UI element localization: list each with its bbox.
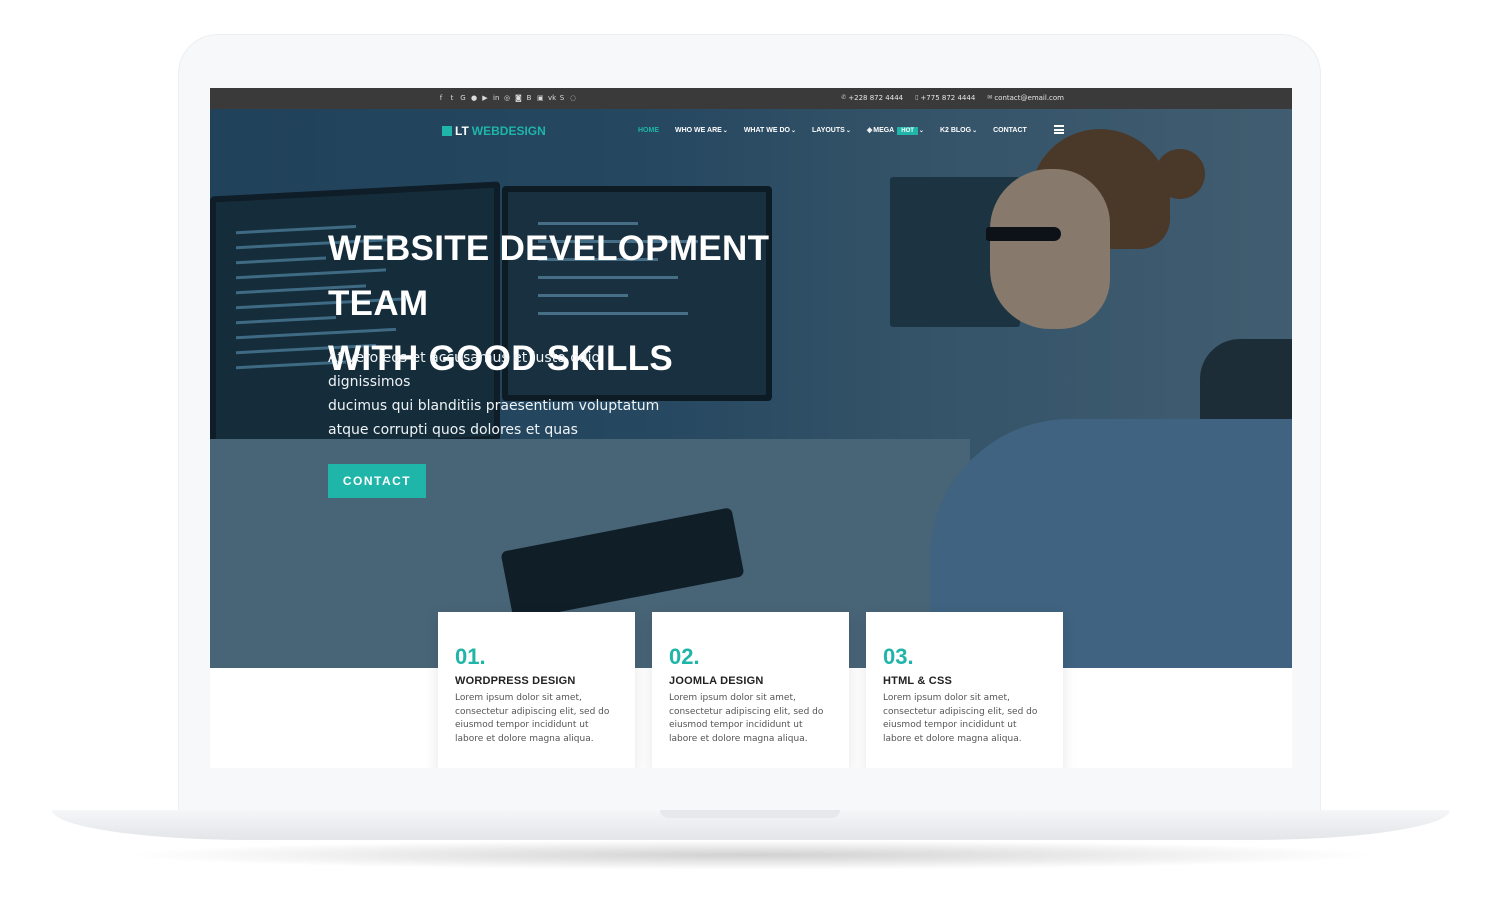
menu-item-mega[interactable]: ◈MEGA HOT ⌄ (867, 126, 924, 135)
menu-item-what-we-do[interactable]: WHAT WE DO⌄ (744, 127, 796, 134)
behance-icon[interactable]: B (526, 94, 532, 102)
hero-text-line: At vero eos et accusamus et iusto odio d… (328, 350, 601, 390)
card-number: 03. (883, 644, 914, 669)
contact-info: ✆ +228 872 4444 ▯ +775 872 4444 ✉ contact@e… (841, 94, 1064, 102)
card-title[interactable]: WORDPRESS DESIGN (455, 675, 618, 687)
card-title[interactable]: HTML & CSS (883, 675, 1046, 687)
main-menu: HOME WHO WE ARE⌄ WHAT WE DO⌄ LAYOUTS⌄ ◈M… (638, 126, 1043, 135)
chevron-down-icon: ⌄ (722, 128, 728, 134)
card-number: 02. (669, 644, 700, 669)
menu-label: WHO WE ARE (675, 127, 722, 134)
service-card: 02. JOOMLA DESIGN Lorem ipsum dolor sit … (652, 612, 849, 768)
phone-1-text: +228 872 4444 (848, 94, 904, 102)
top-bar: f t G ● ▶ in ◎ ◙ B ▣ vk S ◌ ✆ +228 872 44… (210, 88, 1292, 109)
flickr-icon[interactable]: ▣ (537, 94, 544, 102)
person-face-image (990, 169, 1110, 329)
main-navbar: LT WEBDESIGN HOME WHO WE ARE⌄ WHAT WE DO… (210, 109, 1292, 151)
menu-item-k2-blog[interactable]: K2 BLOG⌄ (940, 127, 977, 134)
social-links: f t G ● ▶ in ◎ ◙ B ▣ vk S ◌ (438, 94, 576, 102)
youtube-icon[interactable]: ▶ (482, 94, 488, 102)
skype-icon[interactable]: S (559, 94, 565, 102)
menu-label: K2 BLOG (939, 127, 972, 134)
hero-text-line: ducimus qui blanditiis praesentium volup… (328, 398, 660, 414)
service-card: 03. HTML & CSS Lorem ipsum dolor sit ame… (866, 612, 1063, 768)
site-logo[interactable]: LT WEBDESIGN (442, 124, 546, 138)
menu-item-who-we-are[interactable]: WHO WE ARE⌄ (675, 127, 728, 134)
laptop-screen: WEBSITE DEVELOPMENT TEAM WITH GOOD SKILL… (210, 88, 1292, 768)
menu-item-layouts[interactable]: LAYOUTS⌄ (812, 127, 851, 134)
service-card: 01. WORDPRESS DESIGN Lorem ipsum dolor s… (438, 612, 635, 768)
laptop-mockup: WEBSITE DEVELOPMENT TEAM WITH GOOD SKILL… (0, 0, 1500, 913)
card-text: Lorem ipsum dolor sit amet, consectetur … (455, 693, 610, 744)
hero-description: At vero eos et accusamus et iusto odio d… (328, 346, 668, 442)
linkedin-icon[interactable]: in (493, 94, 499, 102)
envelope-icon: ✉ (987, 94, 993, 101)
laptop-notch (660, 810, 840, 818)
hot-badge: HOT (897, 127, 918, 135)
phone-2-text: +775 872 4444 (920, 94, 976, 102)
email-text: contact@email.com (994, 94, 1064, 102)
facebook-icon[interactable]: f (438, 94, 444, 102)
logo-text-lt: LT (455, 124, 469, 138)
phone-1[interactable]: ✆ +228 872 4444 (841, 94, 903, 102)
contact-button[interactable]: CONTACT (328, 464, 426, 498)
instagram-icon[interactable]: ◙ (515, 94, 522, 102)
chevron-down-icon: ⌄ (845, 128, 851, 134)
laptop-shadow (120, 840, 1380, 870)
card-text: Lorem ipsum dolor sit amet, consectetur … (669, 693, 824, 744)
dribbble-icon[interactable]: ◎ (504, 94, 510, 102)
card-text: Lorem ipsum dolor sit amet, consectetur … (883, 693, 1038, 744)
menu-label: MEGA (873, 127, 895, 134)
chevron-down-icon: ⌄ (790, 128, 796, 134)
menu-label: LAYOUTS (812, 127, 845, 134)
card-number: 01. (455, 644, 486, 669)
hero-section: WEBSITE DEVELOPMENT TEAM WITH GOOD SKILL… (210, 109, 1292, 668)
pinterest-icon[interactable]: ● (471, 94, 477, 102)
service-cards: 01. WORDPRESS DESIGN Lorem ipsum dolor s… (438, 612, 1063, 768)
chevron-down-icon: ⌄ (972, 128, 978, 134)
hero-text-line: atque corrupti quos dolores et quas (328, 422, 578, 438)
twitter-icon[interactable]: t (449, 94, 455, 102)
logo-mark-icon (442, 126, 452, 136)
menu-item-contact[interactable]: CONTACT (993, 127, 1027, 134)
menu-label: WHAT WE DO (743, 127, 790, 134)
menu-item-home[interactable]: HOME (638, 127, 659, 134)
hero-title-line: WEBSITE DEVELOPMENT TEAM (328, 229, 770, 323)
hamburger-menu-icon[interactable] (1054, 125, 1064, 134)
logo-text-webdesign: WEBDESIGN (471, 124, 546, 138)
phone-icon: ✆ (841, 94, 847, 101)
phone-2[interactable]: ▯ +775 872 4444 (915, 94, 975, 102)
mobile-icon: ▯ (915, 94, 919, 101)
vk-icon[interactable]: vk (548, 94, 556, 102)
whatsapp-icon[interactable]: ◌ (570, 94, 576, 102)
person-bun-image (1155, 149, 1205, 199)
card-title[interactable]: JOOMLA DESIGN (669, 675, 832, 687)
cube-icon: ◈ (866, 127, 873, 134)
email[interactable]: ✉ contact@email.com (987, 94, 1064, 102)
glasses-image (986, 227, 1061, 241)
google-plus-icon[interactable]: G (460, 94, 466, 102)
chevron-down-icon: ⌄ (918, 128, 924, 134)
